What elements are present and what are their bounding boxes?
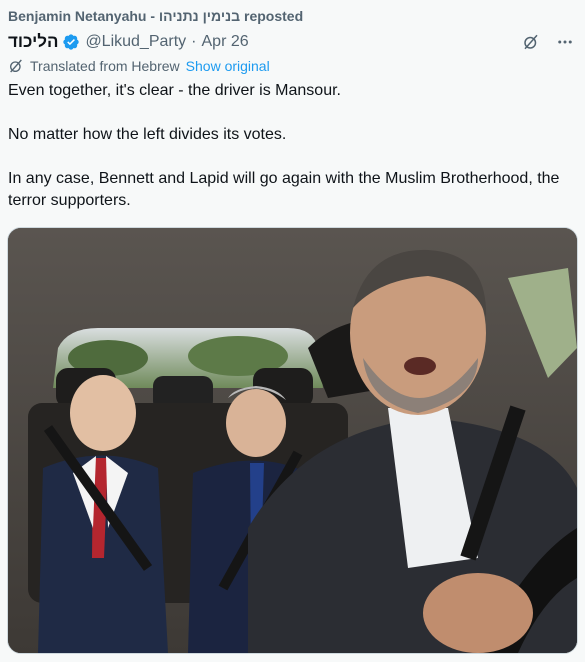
post-paragraph: Even together, it's clear - the driver i… [8, 82, 341, 99]
translate-icon [8, 58, 24, 74]
post-date[interactable]: Apr 26 [202, 33, 249, 51]
post-image[interactable] [7, 227, 578, 654]
author-handle[interactable]: @Likud_Party [85, 33, 186, 51]
post-paragraph: No matter how the left divides its votes… [8, 126, 287, 143]
translated-label: Translated from Hebrew [30, 58, 180, 74]
author-name[interactable]: הליכוד [8, 32, 58, 52]
post-paragraph: In any case, Bennett and Lapid will go a… [8, 170, 560, 209]
separator-dot: · [191, 33, 197, 50]
post-text: Even together, it's clear - the driver i… [8, 80, 571, 234]
more-icon[interactable] [555, 32, 575, 52]
grok-icon[interactable] [521, 32, 541, 52]
car-interior-photo [8, 228, 577, 653]
verified-badge-icon[interactable] [62, 33, 80, 51]
translation-notice: Translated from Hebrew Show original [8, 58, 270, 74]
header-actions [521, 32, 575, 52]
repost-indicator[interactable]: Benjamin Netanyahu - בנימין נתניהו repos… [8, 8, 303, 24]
show-original-link[interactable]: Show original [186, 58, 270, 74]
post-header: הליכוד @Likud_Party · Apr 26 [8, 30, 575, 54]
